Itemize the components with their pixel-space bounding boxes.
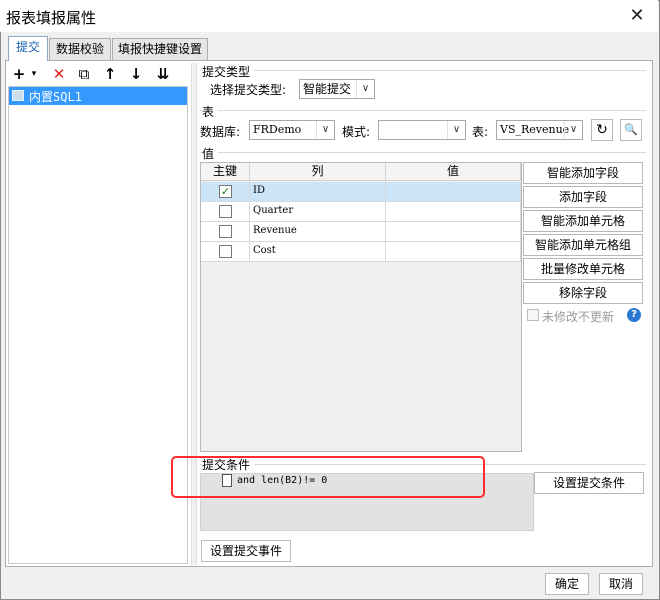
primary-key-checkbox[interactable]: ✓ [219, 185, 232, 198]
column-name: ID [253, 185, 265, 196]
title-bar [0, 0, 658, 32]
table-row[interactable]: Quarter [201, 202, 521, 222]
smart-add-cell-button[interactable]: 智能添加单元格 [523, 210, 643, 232]
smart-add-field-button[interactable]: 智能添加字段 [523, 162, 643, 184]
unchanged-no-update-label: 未修改不更新 [542, 310, 615, 324]
column-name: Quarter [253, 205, 294, 216]
grid-header-key[interactable]: 主键 [201, 163, 250, 181]
table-select[interactable]: VS_Revenue ∨ [496, 120, 583, 140]
chevron-down-icon: ∨ [356, 80, 374, 98]
copy-icon[interactable]: ⧉ [73, 63, 95, 85]
highlight-box [171, 456, 485, 498]
divider [200, 152, 646, 153]
ok-button[interactable]: 确定 [545, 573, 589, 595]
table-row[interactable]: ✓ ID [201, 182, 521, 202]
divider [200, 110, 646, 111]
submit-type-label: 选择提交类型: [210, 83, 287, 97]
sql-list[interactable] [8, 86, 188, 564]
primary-key-checkbox[interactable] [219, 245, 232, 258]
column-name: Cost [253, 245, 276, 256]
database-select[interactable]: FRDemo ∨ [249, 120, 335, 140]
table-icon [12, 90, 24, 101]
batch-edit-cell-button[interactable]: 批量修改单元格 [523, 258, 643, 280]
grid-header-value[interactable]: 值 [386, 163, 521, 181]
chevron-down-icon: ∨ [447, 121, 465, 139]
preview-icon[interactable]: 🔍 [620, 119, 642, 141]
remove-field-button[interactable]: 移除字段 [523, 282, 643, 304]
primary-key-checkbox[interactable] [219, 205, 232, 218]
delete-icon[interactable]: ✕ [48, 63, 70, 85]
submit-type-value: 智能提交 [303, 82, 352, 96]
tab-shortcut-settings[interactable]: 填报快捷键设置 [112, 38, 208, 60]
refresh-icon[interactable]: ↻ [591, 119, 613, 141]
table-group-title: 表 [202, 103, 219, 120]
schema-label: 模式: [342, 125, 371, 139]
chevron-down-icon: ∨ [316, 121, 334, 139]
add-field-button[interactable]: 添加字段 [523, 186, 643, 208]
move-up-icon[interactable]: ↑ [99, 63, 121, 85]
schema-select[interactable]: ∨ [378, 120, 466, 140]
table-row[interactable]: Cost [201, 242, 521, 262]
submit-type-group-title: 提交类型 [202, 63, 255, 80]
set-condition-button[interactable]: 设置提交条件 [534, 472, 644, 494]
dialog-title: 报表填报属性 [6, 9, 97, 27]
table-value: VS_Revenue [500, 123, 570, 136]
close-icon[interactable]: ✕ [622, 2, 652, 30]
tab-submit[interactable]: 提交 [8, 36, 48, 61]
divider [200, 70, 646, 71]
database-label: 数据库: [200, 125, 241, 139]
add-dropdown-icon[interactable]: ▾ [28, 63, 40, 85]
unchanged-no-update-checkbox[interactable] [527, 309, 539, 321]
sort-icon[interactable]: ⇊ [152, 63, 174, 85]
column-name: Revenue [253, 225, 297, 236]
values-group-title: 值 [202, 145, 219, 162]
chevron-down-icon: ∨ [564, 121, 582, 139]
database-value: FRDemo [253, 123, 302, 136]
primary-key-checkbox[interactable] [219, 225, 232, 238]
add-icon[interactable]: + [10, 63, 28, 85]
cancel-button[interactable]: 取消 [599, 573, 643, 595]
table-row[interactable]: Revenue [201, 222, 521, 242]
tab-data-validation[interactable]: 数据校验 [49, 38, 111, 60]
list-item[interactable]: 内置SQL1 [9, 87, 187, 105]
grid-header-column[interactable]: 列 [250, 163, 386, 181]
list-item-label: 内置SQL1 [29, 90, 82, 104]
table-label: 表: [472, 125, 489, 139]
help-icon[interactable]: ? [627, 308, 641, 322]
submit-type-select[interactable]: 智能提交 ∨ [299, 79, 375, 99]
set-event-button[interactable]: 设置提交事件 [201, 540, 291, 562]
smart-add-cell-group-button[interactable]: 智能添加单元格组 [523, 234, 643, 256]
move-down-icon[interactable]: ↓ [125, 63, 147, 85]
